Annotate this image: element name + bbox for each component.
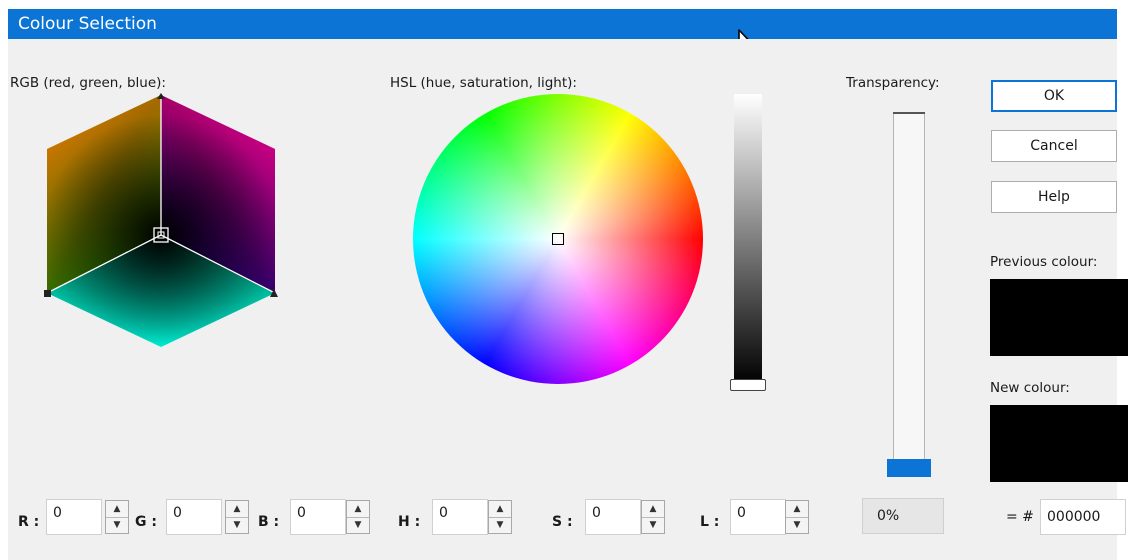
red-input[interactable]: 0 xyxy=(46,499,102,535)
hue-value: 0 xyxy=(439,505,448,521)
transparency-slider-thumb[interactable] xyxy=(887,459,931,477)
rgb-label: RGB (red, green, blue): xyxy=(10,75,166,91)
green-down-arrow-icon[interactable]: ▼ xyxy=(226,517,248,533)
red-label: R : xyxy=(18,514,40,530)
blue-up-arrow-icon[interactable]: ▲ xyxy=(347,501,369,518)
transparency-slider-top-edge xyxy=(893,112,925,114)
hue-down-arrow-icon[interactable]: ▼ xyxy=(489,517,511,533)
hex-input[interactable]: 000000 xyxy=(1040,499,1126,535)
window-title-bar[interactable]: Colour Selection xyxy=(8,9,1117,39)
green-input[interactable]: 0 xyxy=(166,499,222,535)
lightness-value: 0 xyxy=(737,505,746,521)
lightness-slider[interactable] xyxy=(734,94,762,384)
blue-value: 0 xyxy=(297,505,306,521)
green-spinner[interactable]: ▲ ▼ xyxy=(225,500,249,534)
cancel-button[interactable]: Cancel xyxy=(991,130,1117,162)
lightness-label: L : xyxy=(700,514,720,530)
blue-spinner[interactable]: ▲ ▼ xyxy=(346,500,370,534)
lightness-spinner[interactable]: ▲ ▼ xyxy=(785,500,809,534)
hue-spinner[interactable]: ▲ ▼ xyxy=(488,500,512,534)
lightness-down-arrow-icon[interactable]: ▼ xyxy=(786,517,808,533)
rgb-cube-picker[interactable] xyxy=(44,93,278,349)
red-down-arrow-icon[interactable]: ▼ xyxy=(106,517,128,533)
transparency-slider[interactable] xyxy=(893,112,925,468)
red-value: 0 xyxy=(53,505,62,521)
hsl-label: HSL (hue, saturation, light): xyxy=(390,75,577,91)
hue-saturation-marker[interactable] xyxy=(552,233,564,245)
hue-label: H : xyxy=(398,514,421,530)
previous-colour-label: Previous colour: xyxy=(990,254,1098,270)
new-colour-label: New colour: xyxy=(990,380,1070,396)
hue-input[interactable]: 0 xyxy=(432,499,488,535)
red-spinner[interactable]: ▲ ▼ xyxy=(105,500,129,534)
saturation-input[interactable]: 0 xyxy=(585,499,641,535)
help-button[interactable]: Help xyxy=(991,181,1117,213)
red-up-arrow-icon[interactable]: ▲ xyxy=(106,501,128,518)
hue-up-arrow-icon[interactable]: ▲ xyxy=(489,501,511,518)
previous-colour-swatch[interactable] xyxy=(990,279,1128,356)
saturation-value: 0 xyxy=(592,505,601,521)
saturation-up-arrow-icon[interactable]: ▲ xyxy=(642,501,664,518)
transparency-label: Transparency: xyxy=(846,75,940,91)
transparency-value: 0% xyxy=(862,498,944,534)
lightness-slider-thumb[interactable] xyxy=(730,379,766,391)
ok-button[interactable]: OK xyxy=(991,80,1117,112)
green-value: 0 xyxy=(173,505,182,521)
green-label: G : xyxy=(135,514,157,530)
blue-label: B : xyxy=(258,514,280,530)
green-up-arrow-icon[interactable]: ▲ xyxy=(226,501,248,518)
lightness-up-arrow-icon[interactable]: ▲ xyxy=(786,501,808,518)
window-title: Colour Selection xyxy=(18,14,157,34)
lightness-input[interactable]: 0 xyxy=(730,499,786,535)
saturation-label: S : xyxy=(552,514,573,530)
saturation-spinner[interactable]: ▲ ▼ xyxy=(641,500,665,534)
saturation-down-arrow-icon[interactable]: ▼ xyxy=(642,517,664,533)
new-colour-swatch xyxy=(990,405,1128,482)
hex-prefix: = # xyxy=(1006,509,1034,525)
blue-down-arrow-icon[interactable]: ▼ xyxy=(347,517,369,533)
blue-input[interactable]: 0 xyxy=(290,499,346,535)
